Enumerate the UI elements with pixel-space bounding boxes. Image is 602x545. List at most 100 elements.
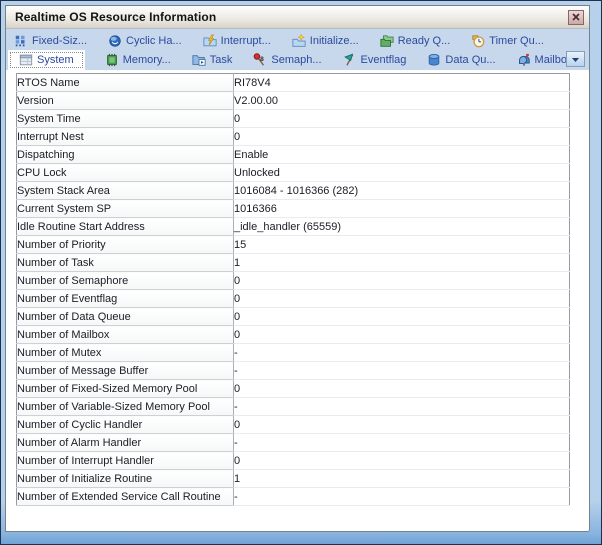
property-cell: Number of Mailbox (17, 326, 234, 344)
table-row[interactable]: Number of Initialize Routine1 (17, 470, 570, 488)
value-cell: 15 (234, 236, 570, 254)
close-button[interactable] (568, 10, 584, 25)
property-cell: Number of Extended Service Call Routine (17, 488, 234, 506)
chevron-down-icon (571, 56, 580, 63)
table-row[interactable]: Number of Variable-Sized Memory Pool- (17, 398, 570, 416)
tab-label: Semaph... (271, 54, 321, 66)
property-cell: System Stack Area (17, 182, 234, 200)
tab-semaphore[interactable]: 8 Semaph... (247, 50, 327, 70)
table-row[interactable]: System Time0 (17, 110, 570, 128)
tab-label: Data Qu... (445, 54, 495, 66)
value-cell: 0 (234, 272, 570, 290)
tab-eventflag[interactable]: Eventflag (337, 50, 413, 70)
tab-task[interactable]: Task (186, 50, 239, 70)
value-cell: 0 (234, 326, 570, 344)
table-row[interactable]: Number of Task1 (17, 254, 570, 272)
tab-label: System (37, 54, 74, 66)
value-cell: - (234, 344, 570, 362)
property-cell: Number of Semaphore (17, 272, 234, 290)
close-icon (572, 13, 580, 21)
table-row[interactable]: Number of Cyclic Handler0 (17, 416, 570, 434)
property-cell: Number of Fixed-Sized Memory Pool (17, 380, 234, 398)
timer-queue-icon (471, 34, 485, 48)
table-row[interactable]: Number of Semaphore0 (17, 272, 570, 290)
value-cell: 0 (234, 110, 570, 128)
system-tab-panel: RTOS NameRI78V4 VersionV2.00.00 System T… (6, 70, 589, 531)
value-cell: Enable (234, 146, 570, 164)
tab-row-2: System Memory... (8, 50, 587, 70)
tab-timer-queue[interactable]: Timer Qu... (465, 31, 550, 50)
rtos-resource-window: Realtime OS Resource Information (0, 0, 602, 545)
table-row[interactable]: Number of Extended Service Call Routine- (17, 488, 570, 506)
value-cell: 1 (234, 254, 570, 272)
task-icon (192, 53, 206, 67)
cyclic-handler-icon (108, 34, 122, 48)
tab-label: Timer Qu... (489, 35, 544, 47)
table-row[interactable]: VersionV2.00.00 (17, 92, 570, 110)
initialize-icon (292, 34, 306, 48)
table-row[interactable]: Number of Mailbox0 (17, 326, 570, 344)
tab-row-1: Fixed-Siz... Cyclic Ha... (8, 31, 587, 50)
system-icon (19, 53, 33, 67)
tab-label: Cyclic Ha... (126, 35, 182, 47)
table-row[interactable]: Number of Alarm Handler- (17, 434, 570, 452)
property-cell: RTOS Name (17, 74, 234, 92)
tab-label: Eventflag (361, 54, 407, 66)
window-title: Realtime OS Resource Information (15, 10, 216, 24)
table-row[interactable]: Number of Mutex- (17, 344, 570, 362)
table-row[interactable]: RTOS NameRI78V4 (17, 74, 570, 92)
tab-interrupt[interactable]: Interrupt... (197, 31, 277, 50)
tab-initialize[interactable]: Initialize... (286, 31, 365, 50)
property-cell: System Time (17, 110, 234, 128)
property-cell: Dispatching (17, 146, 234, 164)
value-cell: 0 (234, 128, 570, 146)
table-row[interactable]: Interrupt Nest0 (17, 128, 570, 146)
property-cell: Number of Mutex (17, 344, 234, 362)
tab-cyclic-handler[interactable]: Cyclic Ha... (102, 31, 188, 50)
table-row[interactable]: Number of Priority15 (17, 236, 570, 254)
property-cell: Number of Task (17, 254, 234, 272)
table-row[interactable]: Number of Message Buffer- (17, 362, 570, 380)
value-cell: 0 (234, 380, 570, 398)
table-row[interactable]: Current System SP1016366 (17, 200, 570, 218)
title-bar[interactable]: Realtime OS Resource Information (6, 6, 589, 29)
tab-ready-queue[interactable]: Ready Q... (374, 31, 457, 50)
value-cell: 0 (234, 290, 570, 308)
tab-label: Interrupt... (221, 35, 271, 47)
property-cell: Number of Cyclic Handler (17, 416, 234, 434)
window-inner: Realtime OS Resource Information (5, 5, 590, 532)
value-cell: RI78V4 (234, 74, 570, 92)
tab-fixed-size-memory[interactable]: Fixed-Siz... (8, 31, 93, 50)
value-cell: Unlocked (234, 164, 570, 182)
resource-table: RTOS NameRI78V4 VersionV2.00.00 System T… (16, 73, 570, 506)
value-cell: - (234, 434, 570, 452)
mailbox-icon (517, 53, 531, 67)
property-cell: Number of Initialize Routine (17, 470, 234, 488)
tab-memory[interactable]: Memory... (99, 50, 177, 70)
tab-system[interactable]: System (8, 50, 85, 70)
property-cell: Version (17, 92, 234, 110)
value-cell: - (234, 488, 570, 506)
value-cell: _idle_handler (65559) (234, 218, 570, 236)
table-row[interactable]: System Stack Area1016084 - 1016366 (282) (17, 182, 570, 200)
table-row[interactable]: Idle Routine Start Address_idle_handler … (17, 218, 570, 236)
value-cell: 1016084 - 1016366 (282) (234, 182, 570, 200)
tab-overflow-button[interactable] (566, 51, 585, 67)
data-queue-icon (427, 53, 441, 67)
table-row[interactable]: CPU LockUnlocked (17, 164, 570, 182)
value-cell: V2.00.00 (234, 92, 570, 110)
table-row[interactable]: Number of Eventflag0 (17, 290, 570, 308)
table-row[interactable]: Number of Interrupt Handler0 (17, 452, 570, 470)
table-row[interactable]: DispatchingEnable (17, 146, 570, 164)
value-cell: 0 (234, 308, 570, 326)
tab-strip: Fixed-Siz... Cyclic Ha... (6, 29, 589, 70)
tab-data-queue[interactable]: Data Qu... (421, 50, 501, 70)
memory-icon (105, 53, 119, 67)
interrupt-icon (203, 34, 217, 48)
property-cell: Number of Interrupt Handler (17, 452, 234, 470)
tab-label: Memory... (123, 54, 171, 66)
table-row[interactable]: Number of Fixed-Sized Memory Pool0 (17, 380, 570, 398)
value-cell: 1016366 (234, 200, 570, 218)
table-row[interactable]: Number of Data Queue0 (17, 308, 570, 326)
tab-label: Fixed-Siz... (32, 35, 87, 47)
